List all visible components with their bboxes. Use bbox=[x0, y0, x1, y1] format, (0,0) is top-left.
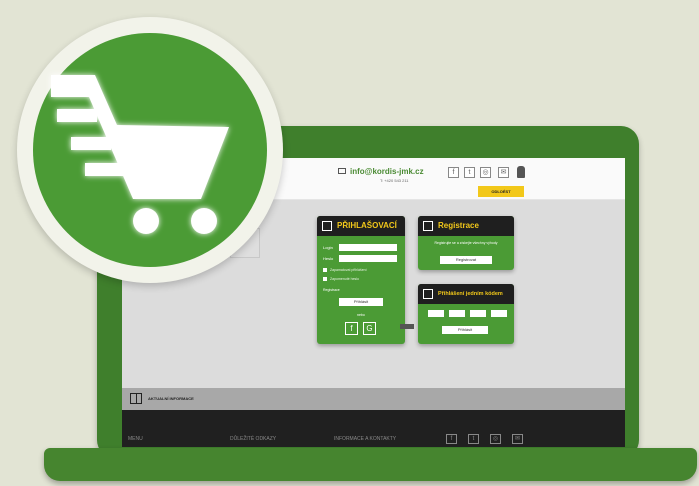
register-description: Registrujte se a získejte všechny výhody bbox=[434, 241, 498, 245]
footer-menu-heading: MENU bbox=[128, 436, 143, 442]
quick-login-button[interactable]: Přihlásit bbox=[442, 326, 488, 334]
contact-phone: T: +420 543 211 bbox=[380, 178, 409, 183]
edit-icon bbox=[423, 221, 433, 231]
register-panel-title: Registrace bbox=[438, 221, 479, 230]
login-input[interactable] bbox=[339, 244, 397, 251]
footer-links-heading: DŮLEŽITÉ ODKAZY bbox=[230, 436, 277, 442]
mail-icon bbox=[338, 168, 346, 174]
facebook-login-icon[interactable]: f bbox=[345, 322, 358, 335]
password-label: Heslo bbox=[323, 256, 334, 261]
social-login-label: nebo bbox=[357, 313, 365, 317]
footer-mail-icon[interactable]: ✉ bbox=[512, 434, 523, 444]
code-input-3[interactable] bbox=[470, 310, 486, 317]
code-input-1[interactable] bbox=[428, 310, 444, 317]
register-link[interactable]: Registrace bbox=[323, 288, 340, 292]
shopping-cart-icon bbox=[33, 33, 267, 267]
login-panel-title: PŘIHLAŠOVACÍ bbox=[337, 221, 397, 230]
book-icon bbox=[130, 393, 142, 404]
instagram-icon[interactable]: ◎ bbox=[480, 167, 491, 178]
quick-login-panel-header: Přihlášení jedním kódem bbox=[418, 284, 514, 304]
login-panel: PŘIHLAŠOVACÍ Login Heslo Zapamatovat při… bbox=[317, 216, 405, 344]
contact-email[interactable]: info@kordis-jmk.cz bbox=[350, 167, 424, 176]
site-footer: MENU DŮLEŽITÉ ODKAZY INFORMACE A KONTAKT… bbox=[122, 410, 625, 447]
laptop-base bbox=[44, 448, 697, 481]
password-input[interactable] bbox=[339, 255, 397, 262]
footer-facebook-icon[interactable]: f bbox=[446, 434, 457, 444]
register-panel-header: Registrace bbox=[418, 216, 514, 236]
google-login-icon[interactable]: G bbox=[363, 322, 376, 335]
footer-twitter-icon[interactable]: t bbox=[468, 434, 479, 444]
forgot-checkbox[interactable] bbox=[323, 277, 327, 281]
logout-button[interactable]: ODLOÉST bbox=[478, 186, 524, 197]
forgot-link[interactable]: Zapomenuté heslo bbox=[330, 277, 359, 281]
quick-login-title: Přihlášení jedním kódem bbox=[438, 291, 503, 297]
login-label: Login bbox=[323, 245, 333, 250]
footer-instagram-icon[interactable]: ◎ bbox=[490, 434, 501, 444]
code-input-4[interactable] bbox=[491, 310, 507, 317]
facebook-icon[interactable]: f bbox=[448, 167, 459, 178]
register-button[interactable]: Registrovat bbox=[440, 256, 492, 264]
mail-icon[interactable]: ✉ bbox=[498, 167, 509, 178]
key-icon bbox=[423, 289, 433, 299]
user-icon bbox=[322, 221, 332, 231]
code-input-2[interactable] bbox=[449, 310, 465, 317]
login-panel-header: PŘIHLAŠOVACÍ bbox=[317, 216, 405, 236]
twitter-icon[interactable]: t bbox=[464, 167, 475, 178]
footer-contacts-heading: INFORMACE A KONTAKTY bbox=[334, 436, 397, 442]
register-panel: Registrace Registrujte se a získejte vše… bbox=[418, 216, 514, 270]
info-strip: AKTUALNÍ INFORMACE bbox=[122, 388, 625, 410]
remember-label: Zapamatovat přihlášení bbox=[330, 268, 367, 272]
login-submit-button[interactable]: Přihlásit bbox=[339, 298, 383, 306]
remember-checkbox[interactable] bbox=[323, 268, 327, 272]
tooltip-badge bbox=[400, 324, 414, 329]
info-strip-label[interactable]: AKTUALNÍ INFORMACE bbox=[148, 396, 194, 401]
lock-icon[interactable] bbox=[517, 166, 525, 178]
